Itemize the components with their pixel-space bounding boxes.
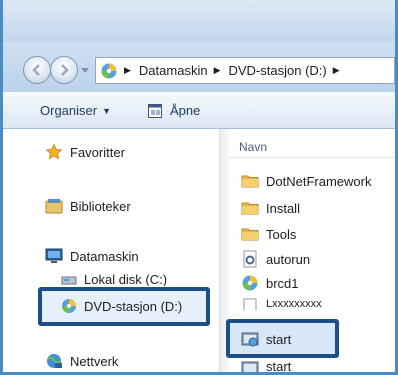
- installer-icon: [241, 361, 259, 372]
- open-window-icon: [148, 103, 162, 118]
- file-name: DotNetFramework: [266, 173, 372, 189]
- breadcrumb-separator-icon[interactable]: ▶: [333, 65, 340, 76]
- file-name: start: [266, 359, 292, 372]
- file-item[interactable]: Tools: [241, 225, 296, 243]
- computer-icon: [45, 248, 63, 263]
- title-bar[interactable]: [3, 0, 395, 42]
- nav-item-libraries[interactable]: Biblioteker: [45, 197, 131, 215]
- nav-label-local-disk: Lokal disk (C:): [84, 272, 168, 286]
- organise-label: Organiser: [40, 103, 98, 118]
- nav-label-libraries: Biblioteker: [70, 198, 131, 214]
- file-name: autorun: [266, 251, 311, 267]
- file-item[interactable]: DotNetFramework: [241, 172, 371, 190]
- folder-icon: [241, 175, 259, 188]
- nav-label-network: Nettverk: [70, 353, 119, 369]
- hard-drive-icon: [61, 276, 77, 285]
- breadcrumb-computer[interactable]: Datamaskin: [139, 63, 208, 78]
- settings-file-icon: [243, 250, 257, 268]
- back-button[interactable]: [23, 56, 51, 84]
- nav-item-local-disk[interactable]: Lokal disk (C:): [61, 272, 167, 286]
- dropdown-arrow-icon: ▼: [102, 105, 111, 116]
- file-item[interactable]: Lxxxxxxxxx: [241, 298, 322, 310]
- command-bar: Organiser ▼ Åpne: [3, 92, 395, 129]
- file-item[interactable]: start: [241, 359, 291, 372]
- nav-label-computer: Datamaskin: [70, 248, 139, 264]
- file-item[interactable]: Install: [241, 199, 300, 217]
- star-icon: [45, 143, 63, 160]
- file-name: brcd1: [266, 275, 299, 291]
- file-item[interactable]: brcd1: [241, 274, 299, 292]
- disc-app-icon: [242, 275, 258, 291]
- network-icon: [47, 354, 62, 368]
- nav-item-computer[interactable]: Datamaskin: [45, 247, 139, 265]
- file-name: start: [266, 331, 292, 347]
- organise-button[interactable]: Organiser ▼: [40, 103, 111, 118]
- folder-icon: [241, 202, 259, 215]
- library-icon: [45, 199, 63, 214]
- open-label: Åpne: [170, 103, 201, 118]
- open-button[interactable]: Åpne: [147, 103, 200, 119]
- file-name: Install: [266, 200, 300, 216]
- file-item[interactable]: autorun: [241, 250, 310, 268]
- nav-label-dvd-drive: DVD-stasjon (D:): [84, 298, 183, 314]
- file-name: Tools: [266, 226, 297, 242]
- breadcrumb-dvd-drive[interactable]: DVD-stasjon (D:): [228, 63, 326, 78]
- address-bar[interactable]: ▶ Datamaskin ▶ DVD-stasjon (D:) ▶: [95, 57, 395, 84]
- nav-item-network[interactable]: Nettverk: [45, 352, 118, 370]
- arrow-right-icon: [61, 64, 69, 76]
- breadcrumb-separator-icon[interactable]: ▶: [214, 65, 221, 76]
- nav-item-favorites[interactable]: Favoritter: [45, 143, 125, 161]
- file-item-selected[interactable]: start: [241, 330, 291, 348]
- column-header-name[interactable]: Navn: [239, 140, 267, 154]
- navigation-bar: ▶ Datamaskin ▶ DVD-stasjon (D:) ▶: [3, 42, 395, 92]
- document-icon: [243, 298, 257, 310]
- dvd-drive-icon: [101, 63, 117, 78]
- forward-button[interactable]: [50, 56, 78, 84]
- folder-icon: [241, 228, 259, 241]
- breadcrumb-separator-icon[interactable]: ▶: [124, 65, 131, 76]
- nav-label-favorites: Favoritter: [70, 144, 125, 160]
- chevron-down-icon[interactable]: [81, 68, 89, 74]
- file-name: Lxxxxxxxxx: [266, 298, 322, 310]
- nav-item-dvd-drive[interactable]: DVD-stasjon (D:): [61, 298, 182, 314]
- installer-icon: [241, 332, 259, 347]
- column-divider: [229, 157, 395, 158]
- dvd-drive-icon: [62, 299, 76, 313]
- arrow-left-icon: [32, 64, 40, 76]
